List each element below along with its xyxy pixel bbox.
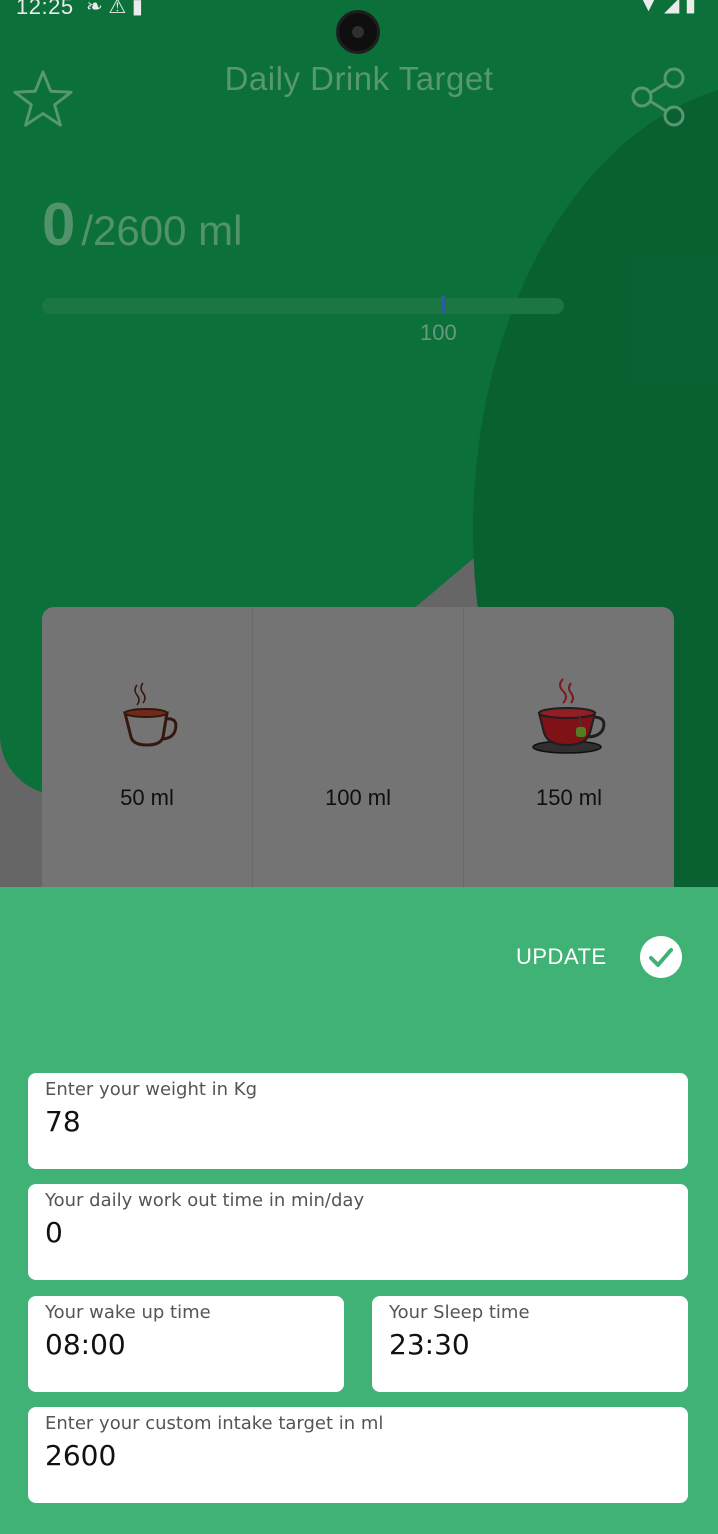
settings-bottom-sheet: UPDATE Enter your weight in Kg Your dail… [0,887,718,1534]
sleep-time-label: Your Sleep time [389,1302,530,1323]
sleep-time-input[interactable] [389,1328,671,1361]
workout-label: Your daily work out time in min/day [45,1190,365,1211]
workout-field[interactable]: Your daily work out time in min/day [28,1184,688,1280]
custom-target-field[interactable]: Enter your custom intake target in ml [28,1407,688,1503]
weight-field[interactable]: Enter your weight in Kg [28,1073,688,1169]
weight-input[interactable] [45,1105,671,1138]
wake-time-field[interactable]: Your wake up time [28,1296,344,1392]
check-icon[interactable] [640,936,682,978]
update-button[interactable]: UPDATE [516,944,607,970]
wake-time-input[interactable] [45,1328,327,1361]
custom-target-input[interactable] [45,1439,671,1472]
custom-target-label: Enter your custom intake target in ml [45,1413,384,1434]
dim-overlay [0,0,718,890]
workout-input[interactable] [45,1216,671,1249]
background-app-screen: 12:25 ❧ ⚠ ▮ ▼ ◢ ▮ Daily Drink Target 0/2… [0,0,718,890]
sleep-time-field[interactable]: Your Sleep time [372,1296,688,1392]
weight-label: Enter your weight in Kg [45,1079,258,1100]
wake-time-label: Your wake up time [45,1302,211,1323]
